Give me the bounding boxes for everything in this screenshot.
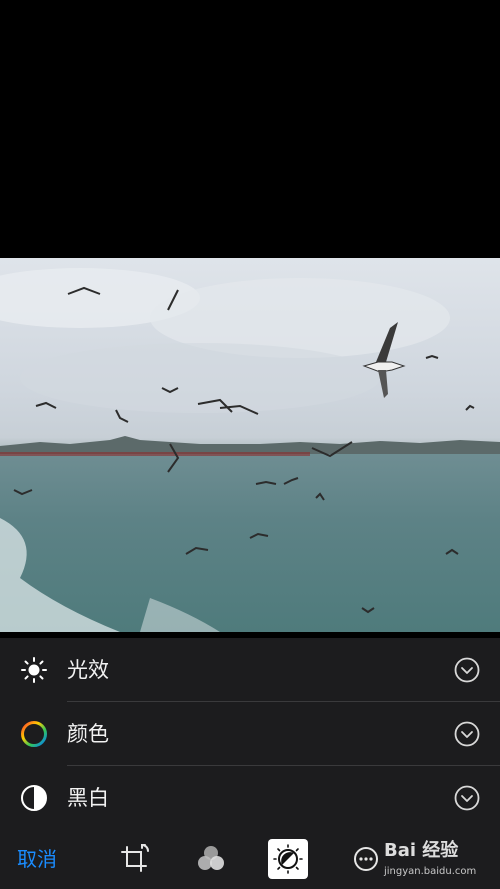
seagulls-photo xyxy=(0,268,500,632)
sun-icon xyxy=(21,657,47,683)
top-black-area xyxy=(0,0,500,258)
adjust-row-label: 光效 xyxy=(67,658,109,682)
adjust-row-label: 颜色 xyxy=(67,722,109,746)
cancel-button[interactable]: 取消 xyxy=(17,846,57,872)
chevron-down-icon[interactable] xyxy=(454,721,480,747)
filters-icon[interactable] xyxy=(191,839,231,879)
adjust-row-bw[interactable]: 黑白 xyxy=(0,766,500,830)
half-circle-icon xyxy=(21,785,47,811)
photo-preview[interactable] xyxy=(0,258,500,632)
watermark-logo: Bai 经验 xyxy=(384,840,459,861)
adjustments-panel: 光效 颜色 黑白 xyxy=(0,638,500,830)
crop-icon[interactable] xyxy=(114,839,154,879)
watermark-url: jingyan.baidu.com xyxy=(384,866,477,877)
more-icon[interactable] xyxy=(346,839,386,879)
adjust-row-label: 黑白 xyxy=(67,786,109,810)
color-wheel-icon xyxy=(21,721,47,747)
adjust-icon[interactable] xyxy=(268,839,308,879)
adjust-row-light[interactable]: 光效 xyxy=(0,638,500,702)
chevron-down-icon[interactable] xyxy=(454,657,480,683)
chevron-down-icon[interactable] xyxy=(454,785,480,811)
adjust-row-color[interactable]: 颜色 xyxy=(0,702,500,766)
